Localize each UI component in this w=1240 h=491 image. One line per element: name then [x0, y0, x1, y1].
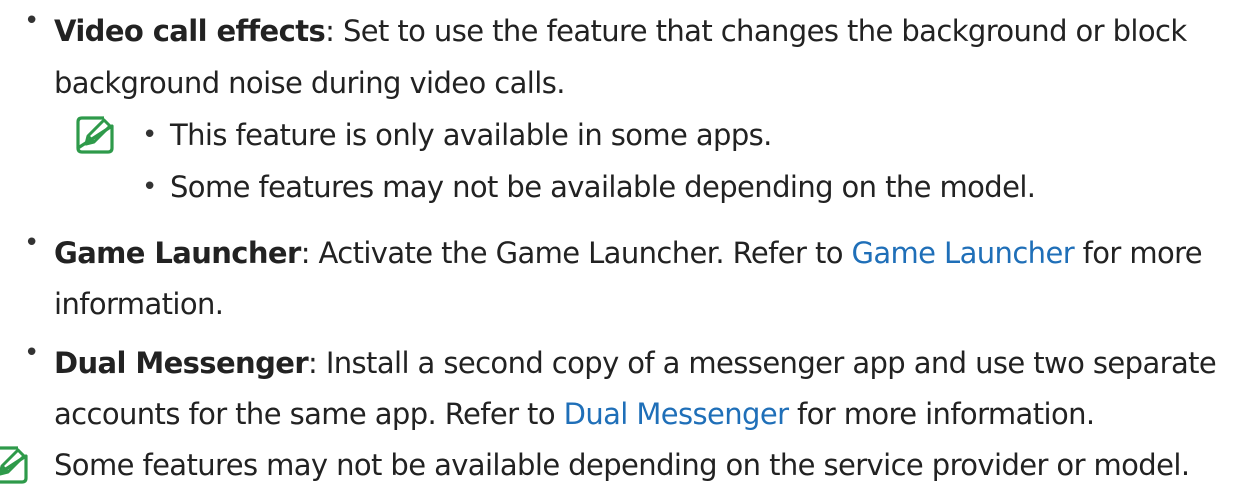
bullet-marker: •	[142, 120, 157, 150]
item-text: for more	[1074, 236, 1203, 270]
item-text: accounts for the same app. Refer to	[54, 397, 564, 431]
item-text: : Set to use the feature that changes th…	[325, 14, 1187, 48]
term-video-call-effects: Video call effects	[54, 14, 326, 48]
item-text: for more information.	[788, 397, 1095, 431]
bullet-marker: •	[24, 228, 40, 258]
game-launcher-link[interactable]: Game Launcher	[851, 236, 1074, 270]
list-item-game-launcher: Game Launcher: Activate the Game Launche…	[54, 228, 1203, 278]
list-item-dual-messenger: Dual Messenger: Install a second copy of…	[54, 338, 1217, 388]
note-pencil-icon	[76, 116, 114, 154]
item-text: : Install a second copy of a messenger a…	[308, 346, 1217, 380]
list-item-continuation: accounts for the same app. Refer to Dual…	[54, 389, 1095, 439]
note-text: This feature is only available in some a…	[170, 118, 772, 152]
note-item: • This feature is only available in some…	[142, 110, 772, 160]
item-text: background noise during video calls.	[54, 66, 565, 100]
item-text: : Activate the Game Launcher. Refer to	[300, 236, 852, 270]
term-dual-messenger: Dual Messenger	[54, 346, 309, 380]
dual-messenger-link[interactable]: Dual Messenger	[564, 397, 789, 431]
note-text-service-provider: Some features may not be available depen…	[54, 440, 1190, 490]
document-page: • Video call effects: Set to use the fea…	[0, 0, 1240, 491]
note-item: • Some features may not be available dep…	[142, 162, 1036, 212]
bullet-marker: •	[142, 172, 157, 202]
term-game-launcher: Game Launcher	[54, 236, 301, 270]
note-text: Some features may not be available depen…	[170, 170, 1036, 204]
list-item-continuation: information.	[54, 279, 224, 329]
bullet-marker: •	[24, 338, 40, 368]
list-item-video-call-effects: Video call effects: Set to use the featu…	[54, 6, 1187, 56]
item-text: information.	[54, 287, 224, 321]
list-item-continuation: background noise during video calls.	[54, 58, 565, 108]
note-pencil-icon	[0, 446, 28, 484]
bullet-marker: •	[24, 6, 40, 36]
note-text: Some features may not be available depen…	[54, 448, 1190, 482]
